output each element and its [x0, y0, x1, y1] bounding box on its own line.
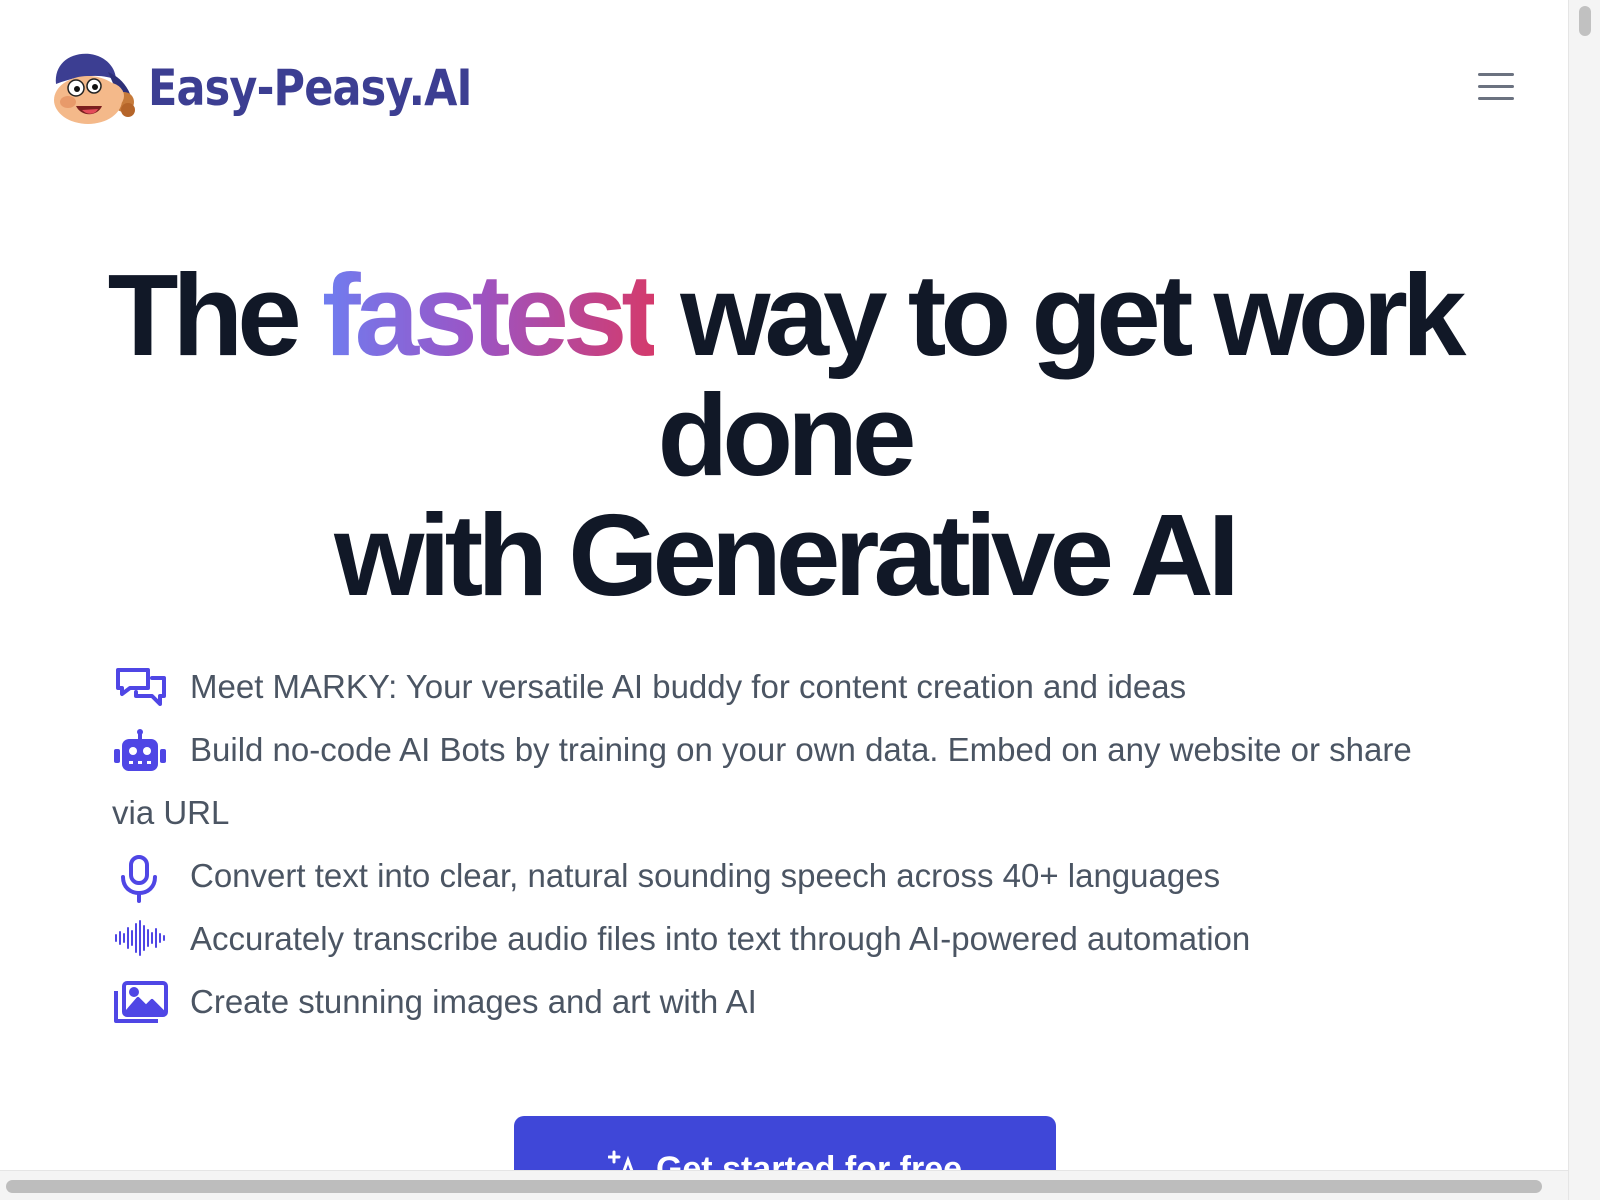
chat-bubbles-icon — [112, 666, 170, 706]
get-started-button[interactable]: Get started for free — [514, 1116, 1056, 1170]
feature-item: Meet MARKY: Your versatile AI buddy for … — [112, 655, 1442, 718]
feature-text: Accurately transcribe audio files into t… — [190, 920, 1251, 957]
horizontal-scrollbar[interactable] — [0, 1170, 1568, 1200]
feature-item: Create stunning images and art with AI — [112, 970, 1442, 1033]
feature-item: Build no-code AI Bots by training on you… — [112, 718, 1442, 844]
feature-text: Build no-code AI Bots by training on you… — [112, 731, 1412, 831]
hero-title-after: way to get work done — [654, 250, 1466, 500]
sparkle-text-icon — [607, 1150, 634, 1170]
horizontal-scrollbar-thumb[interactable] — [6, 1180, 1542, 1193]
hero-title-line2: with Generative AI — [334, 490, 1240, 620]
vertical-scrollbar[interactable] — [1568, 0, 1600, 1200]
image-gallery-icon — [112, 981, 170, 1023]
page-viewport: Easy-Peasy.AI The fastest way to get wor… — [0, 0, 1568, 1170]
brand-logo-link[interactable]: Easy-Peasy.AI — [46, 50, 524, 126]
hamburger-menu-icon — [1478, 72, 1514, 76]
hamburger-menu-button[interactable] — [1470, 62, 1522, 110]
feature-text: Meet MARKY: Your versatile AI buddy for … — [190, 668, 1187, 705]
get-started-label: Get started for free — [655, 1150, 963, 1170]
hamburger-menu-icon-bar — [1478, 84, 1514, 88]
hero-title-before: The — [107, 250, 323, 380]
hamburger-menu-icon-bar — [1478, 96, 1514, 100]
feature-item: Accurately transcribe audio files into t… — [112, 907, 1442, 970]
hero-headline: The fastest way to get work done with Gen… — [0, 255, 1568, 615]
feature-text: Convert text into clear, natural soundin… — [190, 857, 1221, 894]
feature-item: Convert text into clear, natural soundin… — [112, 844, 1442, 907]
hero-title-highlight: fastest — [322, 250, 660, 380]
feature-text: Create stunning images and art with AI — [190, 983, 757, 1020]
audio-waveform-icon — [112, 918, 170, 958]
site-header: Easy-Peasy.AI — [0, 0, 1568, 170]
brand-name: Easy-Peasy.AI — [148, 59, 473, 117]
vertical-scrollbar-thumb[interactable] — [1579, 6, 1591, 36]
microphone-icon — [112, 855, 170, 903]
mascot-logo-icon — [54, 53, 135, 124]
robot-icon — [112, 729, 170, 771]
feature-list: Meet MARKY: Your versatile AI buddy for … — [112, 655, 1442, 1033]
